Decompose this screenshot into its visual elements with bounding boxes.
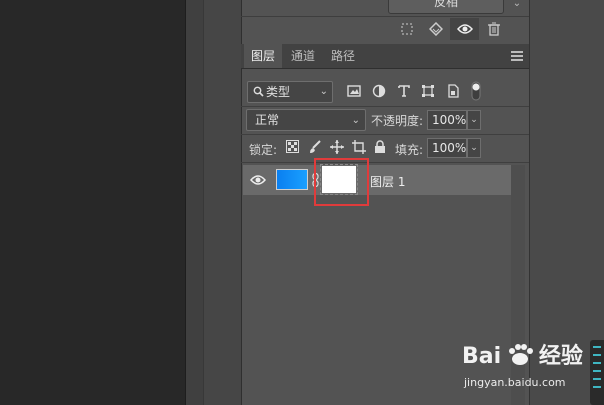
highlight-annotation-box [314,158,369,206]
invert-button[interactable]: 反相 [388,0,504,14]
lock-image-pixels-icon[interactable] [308,140,322,154]
clip-to-layer-icon[interactable] [421,18,450,40]
side-collapse-handle[interactable] [590,340,604,405]
paw-logo-icon [508,344,533,365]
lock-transparent-pixels-icon[interactable] [286,140,300,154]
document-canvas-area [0,0,185,405]
filter-kind-dropdown[interactable]: 类型 ⌄ [247,81,333,103]
fill-dropdown-button[interactable]: ⌄ [467,138,481,158]
fill-input[interactable]: 100% [427,138,467,158]
opacity-input[interactable]: 100% [427,110,467,130]
watermark-brand: Bai [462,344,502,369]
collapsed-panel-column [203,0,242,405]
panel-dock-strip [185,0,204,405]
chevron-down-icon[interactable]: ⌄ [510,0,524,12]
baidu-jingyan-watermark: Bai 经验 jingyan.baidu.com [462,338,583,389]
panel-menu-icon[interactable] [511,51,523,61]
tab-paths[interactable]: 路径 [324,44,362,68]
fill-label: 填充: [395,143,424,157]
adjustment-filter-icon[interactable] [372,84,388,100]
divider [241,134,529,135]
layer-name[interactable]: 图层 1 [370,173,405,190]
watermark-brand-2: 经验 [538,344,583,369]
eye-icon[interactable] [450,18,479,40]
selection-icon[interactable] [392,18,421,40]
blend-mode-dropdown[interactable]: 正常 ⌄ [246,109,366,131]
chevron-down-icon: ⌄ [351,115,360,126]
image-filter-icon[interactable] [347,84,363,100]
prevent-artboard-nesting-icon[interactable] [352,140,366,154]
lock-all-icon[interactable] [374,140,388,154]
divider [241,162,529,163]
opacity-label: 不透明度: [371,114,424,128]
layer-visibility-eye-icon[interactable] [250,174,266,186]
type-filter-icon[interactable] [397,84,413,100]
opacity-dropdown-button[interactable]: ⌄ [467,110,481,130]
lock-position-icon[interactable] [330,140,344,154]
layer-thumbnail[interactable] [276,169,308,190]
chevron-down-icon: ⌄ [319,86,328,97]
panel-tabs: 图层 通道 路径 [241,44,529,69]
smart-object-filter-icon[interactable] [446,84,462,100]
adjustment-icon-bar [392,18,510,40]
blend-mode-value: 正常 [255,113,280,127]
tab-channels[interactable]: 通道 [284,44,322,68]
divider [241,16,529,17]
watermark-url: jingyan.baidu.com [464,376,566,389]
divider [241,106,529,107]
lock-label: 锁定: [249,143,278,157]
filter-kind-label: 类型 [266,85,291,99]
search-icon [253,86,264,97]
trash-icon[interactable] [479,18,508,40]
tab-layers[interactable]: 图层 [244,44,283,68]
shape-filter-icon[interactable] [421,84,437,100]
filter-toggle-icon[interactable] [470,81,486,101]
